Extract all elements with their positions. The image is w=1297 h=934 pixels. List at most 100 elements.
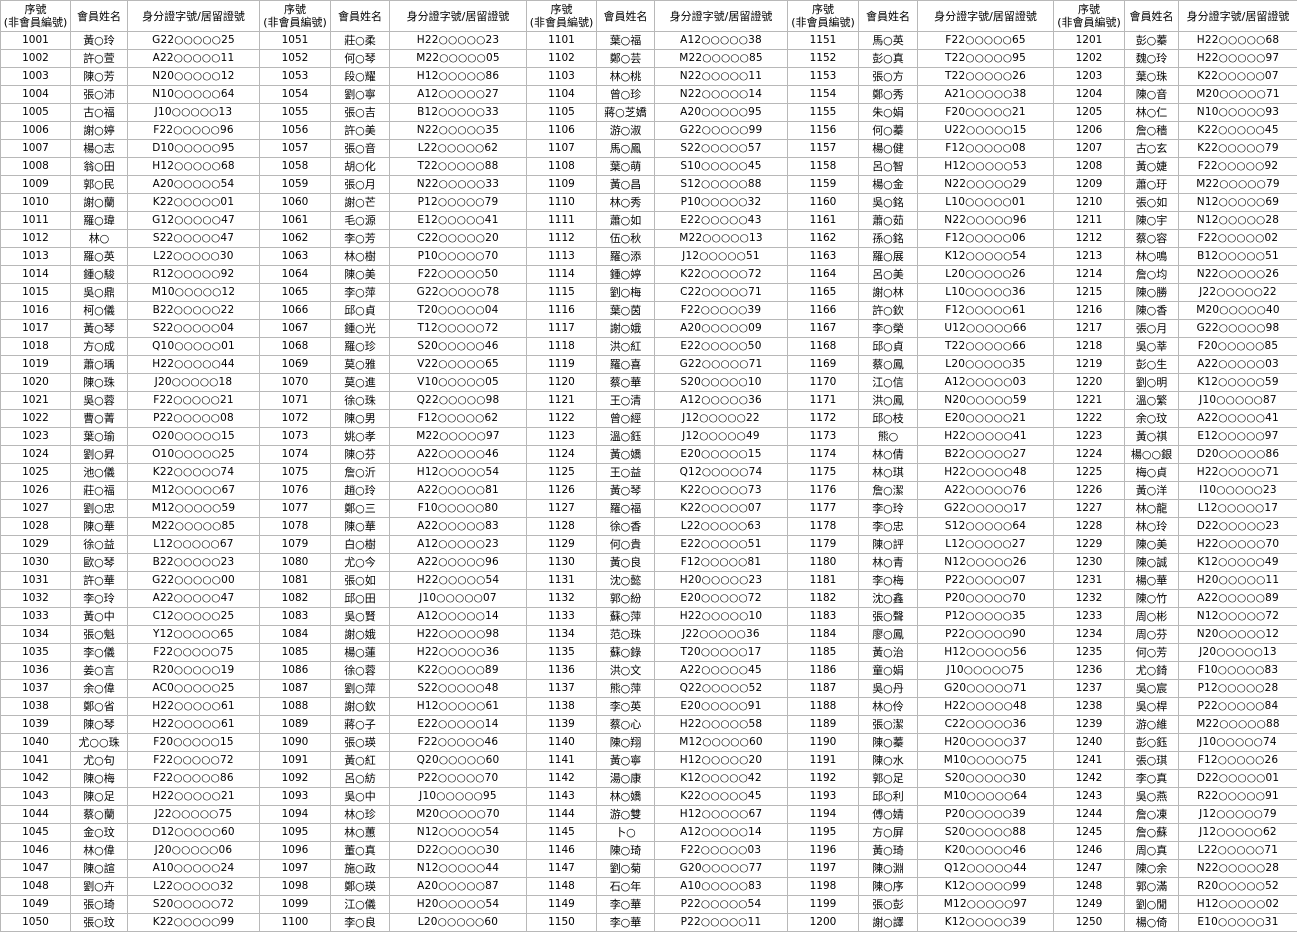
id-number-cell: N22○○○○○26 xyxy=(1178,265,1297,284)
seq-cell: 1207 xyxy=(1053,139,1125,158)
member-name-cell: 池○儀 xyxy=(70,463,128,482)
member-name-cell: 莫○雅 xyxy=(330,355,390,374)
member-name-cell: 蘇○萍 xyxy=(596,607,655,626)
seq-cell: 1029 xyxy=(0,535,71,554)
member-name-cell: 朱○娟 xyxy=(858,103,918,122)
member-name-cell: 曾○經 xyxy=(596,409,655,428)
member-name-cell: 鍾○光 xyxy=(330,319,390,338)
member-name-cell: 楊○蓮 xyxy=(330,643,390,662)
seq-cell: 1089 xyxy=(259,715,331,734)
seq-cell: 1105 xyxy=(526,103,597,122)
header-seq: 序號 (非會員編號) xyxy=(0,0,71,32)
seq-cell: 1045 xyxy=(0,823,71,842)
table-row: 1210 張○如 N12○○○○○69 xyxy=(1053,193,1297,212)
member-name-cell: 吳○丹 xyxy=(858,679,918,698)
id-number-cell: H20○○○○○54 xyxy=(389,895,527,914)
member-name-cell: 李○萍 xyxy=(330,283,390,302)
seq-cell: 1218 xyxy=(1053,337,1125,356)
id-number-cell: R20○○○○○52 xyxy=(1178,877,1297,896)
table-row: 1218 吳○莘 F20○○○○○85 xyxy=(1053,337,1297,356)
seq-cell: 1118 xyxy=(526,337,597,356)
member-name-cell: 張○聲 xyxy=(858,607,918,626)
table-row: 1198 陳○序 K12○○○○○99 xyxy=(787,877,1054,896)
member-name-cell: 何○琴 xyxy=(330,49,390,68)
id-number-cell: E20○○○○○15 xyxy=(654,445,788,464)
seq-cell: 1229 xyxy=(1053,535,1125,554)
table-row: 1241 張○琪 F12○○○○○26 xyxy=(1053,751,1297,770)
member-name-cell: 吳○桿 xyxy=(1124,697,1179,716)
seq-cell: 1200 xyxy=(787,913,859,932)
seq-cell: 1130 xyxy=(526,553,597,572)
seq-cell: 1107 xyxy=(526,139,597,158)
member-name-cell: 吳○蓉 xyxy=(70,391,128,410)
member-name-cell: 黃○婕 xyxy=(1124,157,1179,176)
id-number-cell: S12○○○○○64 xyxy=(917,517,1054,536)
id-number-cell: G20○○○○○71 xyxy=(917,679,1054,698)
table-row: 1195 方○屏 S20○○○○○88 xyxy=(787,823,1054,842)
member-name-cell: 謝○芒 xyxy=(330,193,390,212)
table-row: 1067 鍾○光 T12○○○○○72 xyxy=(259,319,527,338)
table-row: 1130 黃○良 F12○○○○○81 xyxy=(526,553,788,572)
seq-cell: 1008 xyxy=(0,157,71,176)
table-row: 1100 李○良 L20○○○○○60 xyxy=(259,913,527,932)
id-number-cell: L20○○○○○26 xyxy=(917,265,1054,284)
seq-cell: 1236 xyxy=(1053,661,1125,680)
table-row: 1072 陳○男 F12○○○○○62 xyxy=(259,409,527,428)
member-name-cell: 曹○菁 xyxy=(70,409,128,428)
seq-cell: 1171 xyxy=(787,391,859,410)
seq-cell: 1162 xyxy=(787,229,859,248)
seq-cell: 1163 xyxy=(787,247,859,266)
id-number-cell: F22○○○○○46 xyxy=(389,733,527,752)
table-row: 1097 施○政 N12○○○○○44 xyxy=(259,859,527,878)
member-name-cell: 黃○昌 xyxy=(596,175,655,194)
member-name-cell: 白○樹 xyxy=(330,535,390,554)
id-number-cell: A22○○○○○41 xyxy=(1178,409,1297,428)
header-name: 會員姓名 xyxy=(1124,0,1179,32)
id-number-cell: K22○○○○○99 xyxy=(127,913,260,932)
seq-cell: 1017 xyxy=(0,319,71,338)
table-row: 1001 黃○玲 G22○○○○○25 xyxy=(0,31,260,50)
seq-cell: 1072 xyxy=(259,409,331,428)
id-number-cell: H22○○○○○23 xyxy=(389,31,527,50)
id-number-cell: I10○○○○○23 xyxy=(1178,481,1297,500)
member-name-cell: 詹○沂 xyxy=(330,463,390,482)
table-row: 1237 吳○宸 P12○○○○○28 xyxy=(1053,679,1297,698)
seq-cell: 1128 xyxy=(526,517,597,536)
table-row: 1168 邱○貞 T22○○○○○66 xyxy=(787,337,1054,356)
table-row: 1071 徐○珠 Q22○○○○○98 xyxy=(259,391,527,410)
table-row: 1151 馬○英 F22○○○○○65 xyxy=(787,31,1054,50)
member-table-block: 序號 (非會員編號) 會員姓名 身分證字號/居留證號 1051 莊○柔 H22○○○○○23… xyxy=(259,0,527,934)
member-name-cell: 劉○萍 xyxy=(330,679,390,698)
member-name-cell: 蔡○華 xyxy=(596,373,655,392)
id-number-cell: A22○○○○○46 xyxy=(389,445,527,464)
id-number-cell: A12○○○○○23 xyxy=(389,535,527,554)
seq-cell: 1197 xyxy=(787,859,859,878)
member-name-cell: 羅○展 xyxy=(858,247,918,266)
id-number-cell: L22○○○○○63 xyxy=(654,517,788,536)
id-number-cell: H22○○○○○70 xyxy=(1178,535,1297,554)
table-row: 1074 陳○芬 A22○○○○○46 xyxy=(259,445,527,464)
seq-cell: 1044 xyxy=(0,805,71,824)
id-number-cell: Q12○○○○○44 xyxy=(917,859,1054,878)
id-number-cell: K22○○○○○45 xyxy=(1178,121,1297,140)
seq-cell: 1228 xyxy=(1053,517,1125,536)
id-number-cell: E22○○○○○43 xyxy=(654,211,788,230)
member-name-cell: 馬○鳳 xyxy=(596,139,655,158)
header-id: 身分證字號/居留證號 xyxy=(127,0,260,32)
id-number-cell: B22○○○○○27 xyxy=(917,445,1054,464)
seq-cell: 1007 xyxy=(0,139,71,158)
id-number-cell: D10○○○○○95 xyxy=(127,139,260,158)
table-row: 1162 孫○銘 F12○○○○○06 xyxy=(787,229,1054,248)
header-seq-line1: 序號 xyxy=(284,3,306,16)
member-name-cell: 王○清 xyxy=(596,391,655,410)
seq-cell: 1113 xyxy=(526,247,597,266)
table-row: 1047 陳○諠 A10○○○○○24 xyxy=(0,859,260,878)
member-name-cell: 林○玲 xyxy=(1124,517,1179,536)
table-row: 1131 沈○懿 H20○○○○○23 xyxy=(526,571,788,590)
table-row: 1020 陳○珠 J20○○○○○18 xyxy=(0,373,260,392)
member-name-cell: 黃○洋 xyxy=(1124,481,1179,500)
id-number-cell: A22○○○○○83 xyxy=(389,517,527,536)
seq-cell: 1100 xyxy=(259,913,331,932)
id-number-cell: F12○○○○○06 xyxy=(917,229,1054,248)
table-row: 1081 張○如 H22○○○○○54 xyxy=(259,571,527,590)
